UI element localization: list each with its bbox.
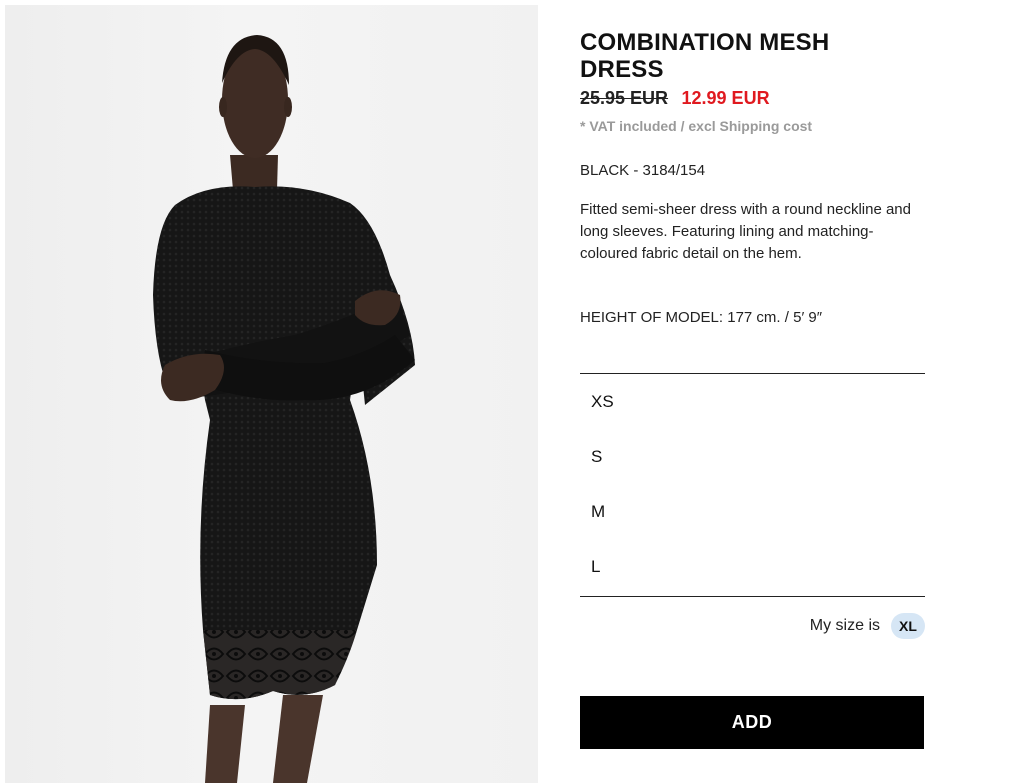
vat-note: * VAT included / excl Shipping cost [580,118,813,134]
product-description: Fitted semi-sheer dress with a round nec… [580,201,911,262]
size-advisor-label: My size is [809,617,880,634]
size-option-xs[interactable]: XS [580,374,925,429]
product-photo [5,5,538,783]
color-reference: BLACK - 3184/154 [580,162,706,179]
size-advisor[interactable]: My size is XL [810,613,925,639]
size-advisor-badge[interactable]: XL [891,613,925,639]
add-to-cart-button[interactable]: ADD [580,696,924,749]
model-illustration [153,35,415,783]
old-price: 25.95 EUR [580,88,669,108]
size-list: XS S M L [580,373,925,597]
price-row: 25.95 EUR 12.99 EUR [580,88,770,109]
size-option-s[interactable]: S [580,429,925,484]
sale-price: 12.99 EUR [681,88,770,108]
size-option-l[interactable]: L [580,539,925,594]
model-height: HEIGHT OF MODEL: 177 cm. / 5′ 9″ [580,309,823,326]
product-title: COMBINATION MESH DRESS [580,29,830,83]
size-option-m[interactable]: M [580,484,925,539]
